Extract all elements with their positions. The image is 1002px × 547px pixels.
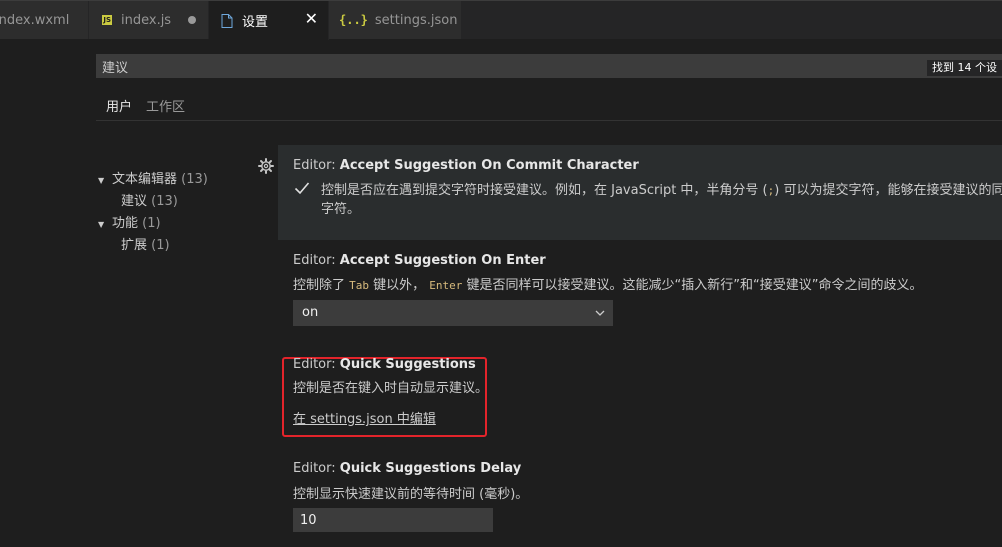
desc-text: 控制除了	[293, 278, 350, 293]
desc-text: ) 可以为提交字符，能够在接受建议的同时	[774, 183, 1002, 198]
toc-label: 功能	[112, 216, 139, 231]
accept-suggestion-on-enter-select[interactable]: on	[293, 300, 613, 326]
tab-settings[interactable]: 设置 ✕	[209, 1, 329, 40]
toc-count: (1)	[142, 216, 161, 231]
toc-item-features[interactable]: ▼ 功能 (1)	[98, 214, 161, 235]
settings-scope-tabs: 用户 工作区	[106, 96, 199, 115]
setting-description: 控制显示快速建议前的等待时间 (毫秒)。	[293, 487, 529, 502]
setting-title: Editor: Quick Suggestions Delay	[293, 461, 521, 476]
toc-count: (1)	[151, 238, 170, 253]
tab-label: 设置	[242, 15, 269, 30]
toc-item-extensions[interactable]: 扩展 (1)	[121, 236, 170, 256]
close-icon[interactable]: ✕	[305, 10, 318, 28]
toc-item-text-editor[interactable]: ▼ 文本编辑器 (13)	[98, 170, 208, 191]
file-icon	[221, 13, 233, 28]
chevron-down-icon	[595, 310, 605, 316]
tab-index-js[interactable]: JS index.js	[89, 1, 209, 39]
chevron-down-icon: ▼	[98, 176, 105, 185]
setting-description: 控制除了 Tab 键以外， Enter 键是否同样可以接受建议。这能减少“插入新…	[293, 274, 922, 293]
toc-label: 建议	[121, 194, 148, 209]
settings-editor-window: index.wxml JS index.js 设置 ✕ {..} setting…	[0, 0, 1002, 547]
edit-in-settings-json-link[interactable]: 在 settings.json 中编辑	[293, 408, 436, 427]
setting-name: Accept Suggestion On Enter	[339, 253, 546, 268]
unsaved-dot-icon[interactable]	[188, 16, 196, 24]
toc-item-suggestions[interactable]: 建议 (13)	[121, 192, 178, 212]
setting-title: Editor: Quick Suggestions	[293, 357, 476, 372]
desc-code: Tab	[349, 279, 370, 292]
setting-name: Accept Suggestion On Commit Character	[339, 158, 639, 173]
toc-count: (13)	[181, 172, 208, 187]
setting-category: Editor:	[293, 357, 340, 372]
search-result-count: 找到 14 个设	[927, 60, 1002, 76]
settings-search-input[interactable]	[96, 54, 926, 78]
desc-text: 键以外，	[369, 278, 430, 293]
settings-search-box: 找到 14 个设	[96, 54, 1002, 78]
chevron-down-icon: ▼	[98, 220, 105, 229]
toc-count: (13)	[151, 194, 178, 209]
tab-workspace[interactable]: 工作区	[146, 96, 185, 115]
json-file-icon: {..}	[339, 13, 368, 27]
toc-label: 文本编辑器	[112, 172, 178, 187]
desc-text: 键是否同样可以接受建议。这能减少“插入新行”和“接受建议”命令之间的歧义。	[462, 278, 923, 293]
setting-category: Editor:	[293, 158, 340, 173]
desc-text: 控制是否应在遇到提交字符时接受建议。例如，在 JavaScript 中，半角分号…	[321, 183, 768, 198]
setting-name: Quick Suggestions Delay	[339, 461, 522, 476]
tab-settings-json[interactable]: {..} settings.json	[329, 1, 462, 39]
quick-suggestions-delay-input[interactable]	[293, 508, 493, 532]
tab-user[interactable]: 用户	[106, 96, 132, 115]
tab-index-wxml[interactable]: index.wxml	[0, 1, 89, 39]
setting-description-line2: 字符。	[321, 202, 361, 217]
toc-label: 扩展	[121, 238, 148, 253]
setting-title: Editor: Accept Suggestion On Commit Char…	[293, 158, 639, 173]
desc-code: Enter	[429, 279, 463, 292]
checkbox-checked-icon[interactable]	[293, 179, 311, 197]
setting-name: Quick Suggestions	[339, 357, 476, 372]
select-value: on	[302, 305, 319, 320]
divider	[96, 120, 1002, 121]
setting-description: 控制是否在键入时自动显示建议。	[293, 381, 489, 396]
tab-label: index.js	[121, 12, 172, 28]
tab-label: index.wxml	[0, 12, 70, 28]
tab-label: settings.json	[374, 12, 458, 28]
setting-category: Editor:	[293, 253, 340, 268]
setting-category: Editor:	[293, 461, 340, 476]
editor-tab-bar: index.wxml JS index.js 设置 ✕ {..} setting…	[0, 0, 1002, 40]
js-file-icon: JS	[102, 15, 112, 25]
setting-description: 控制是否应在遇到提交字符时接受建议。例如，在 JavaScript 中，半角分号…	[321, 179, 1002, 198]
gear-icon[interactable]	[258, 158, 274, 174]
setting-title: Editor: Accept Suggestion On Enter	[293, 253, 546, 268]
